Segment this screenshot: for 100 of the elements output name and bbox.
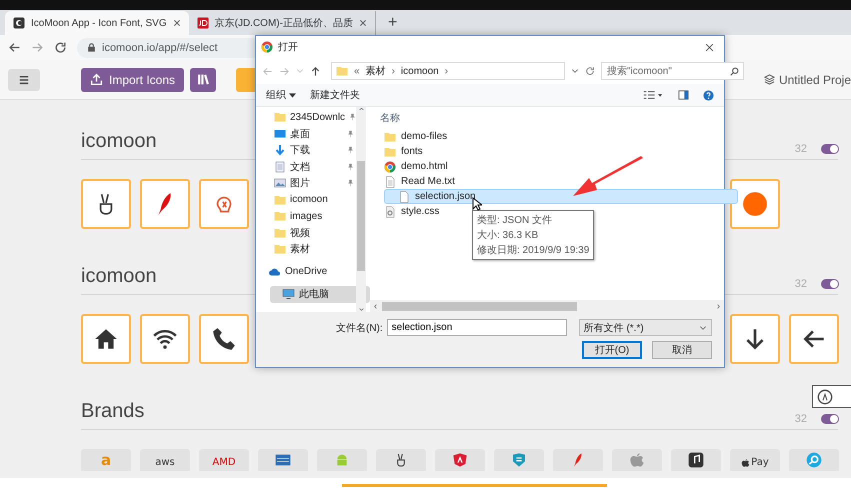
icon-tile[interactable]	[553, 449, 603, 471]
shield-icon	[452, 452, 468, 468]
folder-icon	[274, 226, 286, 239]
menu-button[interactable]	[8, 68, 40, 90]
target-icon	[806, 452, 822, 468]
caret-icon	[698, 324, 707, 332]
search-field[interactable]: 搜索"icomoon"	[601, 62, 744, 80]
dialog-button[interactable]: 打开(O)	[582, 341, 642, 359]
caret-icon	[571, 67, 579, 75]
nav-item[interactable]: 此电脑	[270, 286, 370, 302]
scrollbar[interactable]	[370, 300, 724, 312]
filename-field[interactable]: selection.json	[386, 319, 567, 336]
icon-count: 32	[794, 143, 807, 155]
icon-tile[interactable]	[199, 314, 249, 364]
set-toggle[interactable]	[821, 414, 839, 424]
globe-icon	[261, 41, 273, 53]
icon-count: 32	[794, 413, 807, 425]
icon-tile[interactable]	[671, 449, 721, 471]
icon-set-title: icomoon	[81, 265, 157, 288]
pin-icon	[347, 146, 354, 154]
forward-icon	[279, 66, 290, 76]
file-row[interactable]: fonts	[370, 144, 724, 159]
nav-item[interactable]: icomoon	[256, 192, 356, 208]
logo-text: Pay	[741, 458, 769, 468]
music-icon	[688, 452, 704, 468]
icon-set-title: Brands	[81, 400, 144, 423]
icon-tile[interactable]	[140, 314, 190, 364]
icon-tile[interactable]	[81, 314, 131, 364]
icon-tile[interactable]	[199, 179, 249, 229]
forward-icon	[31, 41, 44, 54]
icon-tile[interactable]: AMD	[199, 449, 249, 471]
icon-tile[interactable]	[317, 449, 367, 471]
folder-icon	[274, 243, 286, 256]
nav-item[interactable]: 视频	[256, 224, 356, 241]
scroll-left-icon	[373, 302, 378, 310]
set-toggle[interactable]	[821, 144, 839, 154]
icon-tile[interactable]	[376, 449, 426, 471]
toolbar-command[interactable]: 组织	[266, 88, 296, 102]
file-type-dropdown[interactable]: 所有文件 (*.*)	[578, 319, 712, 336]
apple-icon	[741, 458, 750, 468]
card-icon	[275, 452, 291, 468]
menu-icon	[18, 74, 30, 84]
project-name: Untitled Proje	[778, 72, 851, 86]
scrollbar[interactable]	[356, 107, 366, 312]
phone-icon	[211, 326, 237, 352]
nav-item[interactable]: 图片	[256, 175, 356, 192]
icon-tile[interactable]	[730, 179, 780, 229]
scroll-up-icon	[358, 107, 364, 112]
import-icons-button[interactable]: Import Icons	[81, 68, 184, 92]
file-row[interactable]: selection.json	[384, 189, 738, 204]
dialog-button[interactable]: 取消	[652, 341, 712, 359]
nav-item[interactable]: OneDrive	[256, 264, 356, 280]
folder-icon	[274, 194, 286, 206]
file-icon	[398, 190, 410, 202]
download-icon	[274, 144, 286, 156]
file-row[interactable]: Read Me.txt	[370, 174, 724, 189]
column-header[interactable]: 名称	[380, 111, 400, 125]
globe-icon	[384, 160, 396, 172]
icon-tile[interactable]	[789, 449, 839, 471]
nav-item[interactable]: 素材	[256, 241, 356, 258]
set-toggle[interactable]	[821, 279, 839, 289]
nav-item[interactable]: 下载	[256, 142, 356, 158]
logo-text: AMD	[212, 458, 236, 468]
site-logo-icon	[13, 17, 25, 29]
icon-tile[interactable]	[81, 179, 131, 229]
icon-tile[interactable]	[612, 449, 662, 471]
icon-tile[interactable]	[140, 179, 190, 229]
icon-tile[interactable]	[435, 449, 485, 471]
refresh-icon	[585, 66, 595, 76]
file-tooltip: 类型: JSON 文件 大小: 36.3 KB 修改日期: 2019/9/9 19:39	[472, 210, 594, 260]
icon-tile[interactable]	[258, 449, 308, 471]
file-row[interactable]: demo-files	[370, 129, 724, 144]
library-button[interactable]	[190, 68, 216, 92]
up-arrow-icon	[310, 66, 321, 76]
logo-text: aws	[155, 458, 175, 468]
site-logo-icon	[196, 17, 209, 29]
browser-tab[interactable]: IcoMoon App - Icon Font, SVG	[5, 11, 189, 35]
icon-tile[interactable]: aws	[140, 449, 190, 471]
nav-item[interactable]: 文档	[256, 158, 356, 175]
icon-tile[interactable]	[789, 314, 839, 364]
picture-icon	[274, 177, 286, 190]
icon-set-title: icomoon	[81, 130, 157, 153]
nav-item[interactable]: images	[256, 208, 356, 224]
toolbar-command[interactable]: 新建文件夹	[310, 88, 360, 102]
close-icon	[704, 42, 714, 52]
new-tab-button[interactable]: +	[384, 14, 402, 32]
books-icon	[196, 73, 210, 86]
icon-tile[interactable]	[494, 449, 544, 471]
icon-tile[interactable]	[730, 314, 780, 364]
gear-file-icon	[384, 206, 396, 218]
apple-icon	[629, 452, 645, 468]
folder-icon	[384, 130, 396, 142]
nav-item[interactable]: 2345Downlc	[256, 109, 356, 126]
floating-widget[interactable]	[812, 385, 851, 408]
path-bar[interactable]: « 素材 › icomoon ›	[331, 62, 565, 80]
nav-item[interactable]: 桌面	[256, 126, 356, 142]
logo-text: a	[100, 453, 112, 468]
icon-tile[interactable]: Pay	[730, 449, 780, 471]
pin-icon	[347, 130, 354, 138]
upload-icon	[90, 73, 103, 86]
